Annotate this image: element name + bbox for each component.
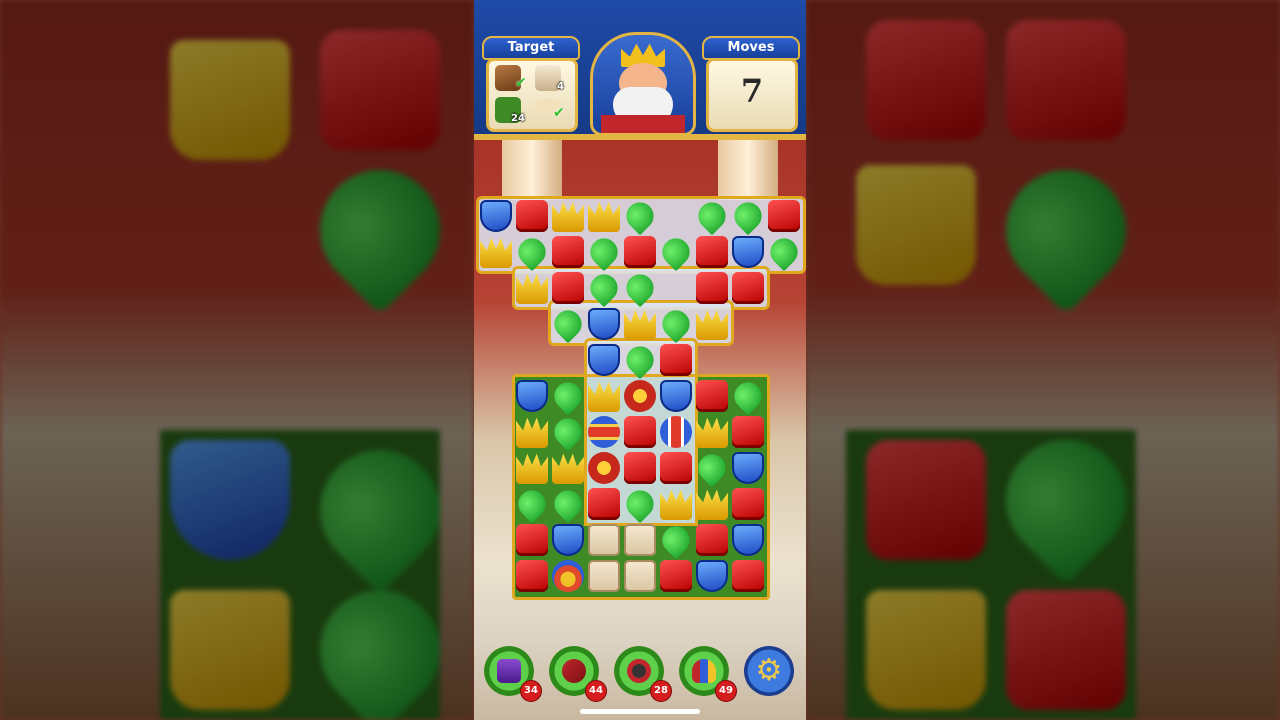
blurred-red-tile [1006, 590, 1126, 710]
red-block-tile[interactable] [552, 272, 584, 304]
target-count: 4 [557, 81, 564, 92]
blurred-crown-tile [866, 590, 986, 710]
check-icon: ✔ [515, 75, 527, 91]
moves-panel: 7 [706, 58, 798, 132]
palace-pillar-left [502, 140, 562, 200]
blurred-crown-tile [856, 165, 976, 285]
blurred-leaf-tile [295, 145, 465, 315]
booster-count: 28 [650, 680, 672, 702]
red-block-tile[interactable] [696, 524, 728, 556]
booster-count: 49 [715, 680, 737, 702]
moves-title: Moves [702, 36, 800, 60]
king-robe [601, 115, 685, 133]
red-block-tile[interactable] [732, 272, 764, 304]
settings-button[interactable]: ⚙ [744, 646, 794, 696]
cat-statue-box-tile[interactable] [624, 524, 656, 556]
red-block-tile[interactable] [588, 488, 620, 520]
king-avatar [590, 32, 696, 136]
tnt-icon[interactable] [588, 452, 620, 484]
jester-booster-button[interactable]: 49 [679, 646, 737, 702]
blurred-crown-tile [170, 40, 290, 160]
hammer-booster-button[interactable]: 34 [484, 646, 542, 702]
red-block-tile[interactable] [624, 416, 656, 448]
moves-counter: 7 [740, 72, 764, 110]
rocket-icon[interactable] [588, 416, 620, 448]
blurred-shield-tile [170, 440, 290, 560]
cat-statue-box-tile[interactable] [624, 560, 656, 592]
blurred-crown-tile [170, 590, 290, 710]
red-block-tile[interactable] [696, 236, 728, 268]
game-screen: Target ✔ 4 24 ✔ Moves 7 34 44 28 49 ⚙ [474, 0, 806, 720]
shield-tile[interactable] [732, 236, 764, 268]
home-indicator[interactable] [580, 709, 700, 714]
red-block-tile[interactable] [768, 200, 800, 232]
shield-tile[interactable] [732, 524, 764, 556]
blurred-red-tile [1006, 20, 1126, 140]
red-block-tile[interactable] [624, 236, 656, 268]
red-block-tile[interactable] [660, 344, 692, 376]
arrow-icon [562, 659, 586, 683]
hammer-icon [497, 659, 521, 683]
tnt-icon[interactable] [624, 380, 656, 412]
arrow-booster-button[interactable]: 44 [549, 646, 607, 702]
check-icon: ✔ [553, 105, 565, 121]
blurred-background-right [806, 0, 1280, 720]
red-block-tile[interactable] [660, 452, 692, 484]
red-block-tile[interactable] [552, 236, 584, 268]
red-block-tile[interactable] [516, 200, 548, 232]
shield-tile[interactable] [552, 524, 584, 556]
cannon-icon [627, 659, 651, 683]
booster-count: 44 [585, 680, 607, 702]
shield-tile[interactable] [516, 380, 548, 412]
shield-tile[interactable] [588, 344, 620, 376]
blurred-background-left [0, 0, 474, 720]
red-block-tile[interactable] [516, 524, 548, 556]
rocket-icon[interactable] [660, 416, 692, 448]
hud-bar: Target ✔ 4 24 ✔ Moves 7 [474, 0, 806, 140]
booster-count: 34 [520, 680, 542, 702]
red-block-tile[interactable] [732, 416, 764, 448]
shield-tile[interactable] [588, 308, 620, 340]
red-block-tile[interactable] [696, 380, 728, 412]
target-panel: ✔ 4 24 ✔ [486, 58, 578, 132]
red-block-tile[interactable] [732, 560, 764, 592]
cat-statue-box-tile[interactable] [588, 524, 620, 556]
red-block-tile[interactable] [732, 488, 764, 520]
palace-pillar-right [718, 140, 778, 200]
target-title: Target [482, 36, 580, 60]
shield-tile[interactable] [732, 452, 764, 484]
target-count: 24 [511, 113, 525, 124]
blurred-leaf-tile [981, 145, 1151, 315]
shield-tile[interactable] [660, 380, 692, 412]
jester-hat-icon [692, 659, 716, 683]
red-block-tile[interactable] [624, 452, 656, 484]
jester-icon[interactable] [552, 560, 584, 592]
red-block-tile[interactable] [516, 560, 548, 592]
shield-tile[interactable] [480, 200, 512, 232]
shield-tile[interactable] [696, 560, 728, 592]
blurred-red-tile [866, 20, 986, 140]
blurred-red-tile [320, 30, 440, 150]
red-block-tile[interactable] [660, 560, 692, 592]
cannon-booster-button[interactable]: 28 [614, 646, 672, 702]
cat-statue-box-tile[interactable] [588, 560, 620, 592]
red-block-tile[interactable] [696, 272, 728, 304]
blurred-red-tile [866, 440, 986, 560]
gear-icon: ⚙ [755, 653, 783, 688]
